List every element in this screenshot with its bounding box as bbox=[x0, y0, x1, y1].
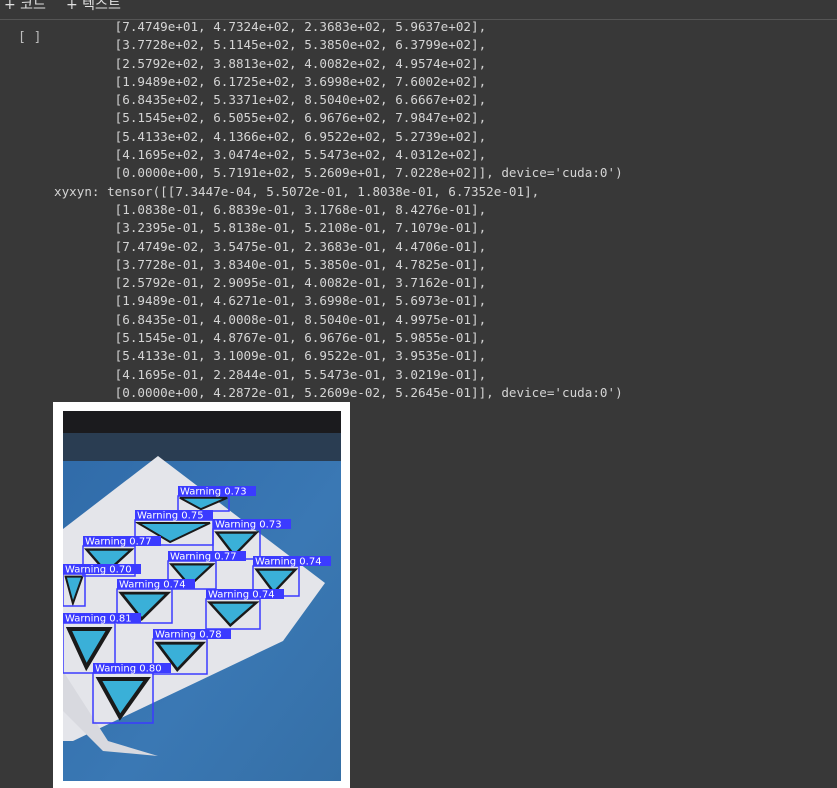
notebook-toolbar: + 코드 + 텍스트 bbox=[0, 0, 837, 20]
detection-label: Warning 0.80 bbox=[95, 664, 162, 675]
output-line: xyxyn: tensor([[7.3447e-04, 5.5072e-01, … bbox=[54, 183, 540, 199]
output-line: [4.1695e-01, 2.2844e-01, 5.5473e-01, 3.0… bbox=[54, 366, 487, 382]
output-line: [3.7728e-01, 3.8340e-01, 5.3850e-01, 4.7… bbox=[54, 256, 487, 272]
add-code-button[interactable]: + 코드 bbox=[4, 0, 46, 14]
output-line: [5.1545e+02, 6.5055e+02, 6.9676e+02, 7.9… bbox=[54, 110, 487, 126]
output-line: [3.7728e+02, 5.1145e+02, 5.3850e+02, 6.3… bbox=[54, 37, 487, 53]
detection-label: Warning 0.77 bbox=[170, 552, 237, 563]
output-line: [7.4749e+01, 4.7324e+02, 2.3683e+02, 5.9… bbox=[54, 19, 487, 34]
detection-label: Warning 0.78 bbox=[155, 630, 222, 641]
output-line: [0.0000e+00, 4.2872e-01, 5.2609e-02, 5.2… bbox=[54, 384, 623, 400]
monitor-shadow bbox=[63, 433, 341, 461]
detection-label: Warning 0.70 bbox=[65, 565, 132, 576]
output-line: [0.0000e+00, 5.7191e+02, 5.2609e+01, 7.0… bbox=[54, 165, 623, 181]
detection-label: Warning 0.73 bbox=[215, 520, 282, 531]
add-text-button[interactable]: + 텍스트 bbox=[66, 0, 121, 14]
output-line: [7.4749e-02, 3.5475e-01, 2.3683e-01, 4.4… bbox=[54, 238, 487, 254]
detection-label: Warning 0.74 bbox=[255, 557, 322, 568]
output-line: [6.8435e+02, 5.3371e+02, 8.5040e+02, 6.6… bbox=[54, 92, 487, 108]
detection-label: Warning 0.73 bbox=[180, 487, 247, 498]
output-line: [3.2395e-01, 5.8138e-01, 5.2108e-01, 7.1… bbox=[54, 220, 487, 236]
output-line: [6.8435e-01, 4.0008e-01, 8.5040e-01, 4.9… bbox=[54, 311, 487, 327]
output-line: [1.9489e-01, 4.6271e-01, 3.6998e-01, 5.6… bbox=[54, 293, 487, 309]
output-line: [2.5792e+02, 3.8813e+02, 4.0082e+02, 4.9… bbox=[54, 55, 487, 71]
output-line: [2.5792e-01, 2.9095e-01, 4.0082e-01, 3.7… bbox=[54, 275, 487, 291]
detection-label: Warning 0.74 bbox=[119, 580, 186, 591]
detection-label: Warning 0.75 bbox=[137, 511, 204, 522]
monitor-edge bbox=[63, 411, 341, 433]
output-line: [5.1545e-01, 4.8767e-01, 6.9676e-01, 5.9… bbox=[54, 330, 487, 346]
detection-label: Warning 0.81 bbox=[65, 614, 132, 625]
output-line: [5.4133e+02, 4.1366e+02, 6.9522e+02, 5.2… bbox=[54, 128, 487, 144]
output-line: [5.4133e-01, 3.1009e-01, 6.9522e-01, 3.9… bbox=[54, 348, 487, 364]
detection-label: Warning 0.74 bbox=[208, 590, 275, 601]
detection-result-image: Warning 0.73 Warning 0.75 Warning 0.73 Warn… bbox=[63, 411, 341, 781]
output-line: [1.9489e+02, 6.1725e+02, 3.6998e+02, 7.6… bbox=[54, 73, 487, 89]
output-line: [4.1695e+02, 3.0474e+02, 5.5473e+02, 4.0… bbox=[54, 147, 487, 163]
output-line: [1.0838e-01, 6.8839e-01, 3.1768e-01, 8.4… bbox=[54, 201, 487, 217]
detection-label: Warning 0.77 bbox=[85, 537, 152, 548]
cell-output: [7.4749e+01, 4.7324e+02, 2.3683e+02, 5.9… bbox=[54, 18, 837, 402]
cell-run-indicator[interactable]: [ ] bbox=[18, 30, 41, 45]
detection-photo: Warning 0.73 Warning 0.75 Warning 0.73 Warn… bbox=[63, 411, 341, 781]
